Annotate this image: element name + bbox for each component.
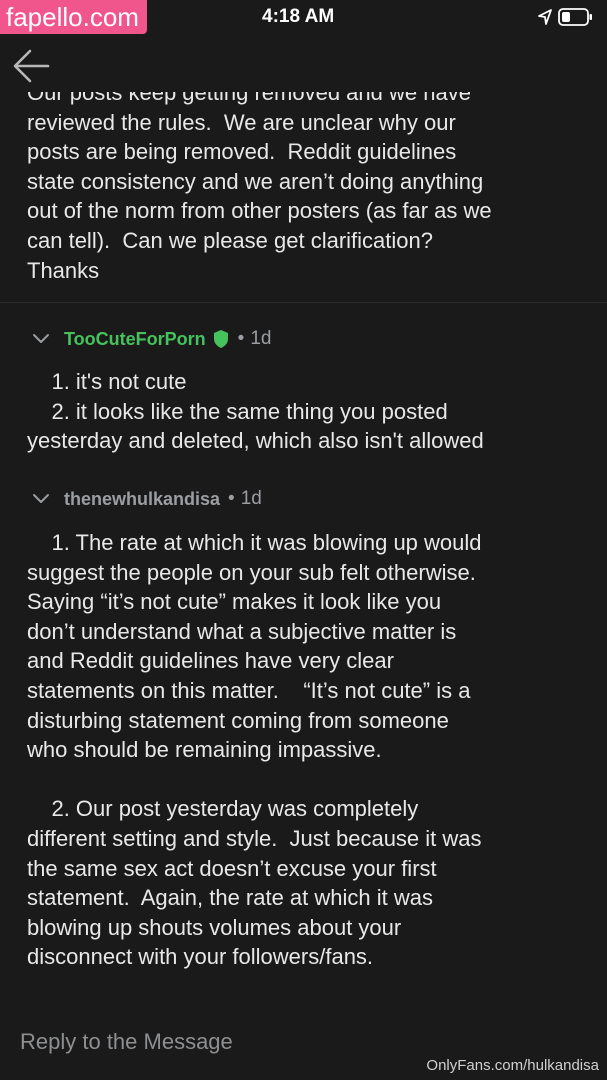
- comment-separator: •: [237, 328, 245, 349]
- watermark-bottom: OnlyFans.com/hulkandisa: [426, 1057, 599, 1074]
- comment-age: 1d: [240, 488, 262, 509]
- comment-author[interactable]: thenewhulkandisa: [64, 489, 220, 510]
- battery-icon: [558, 8, 592, 26]
- comment-header: TooCuteForPorn • 1d: [32, 325, 271, 353]
- comment-body: 1. it's not cute 2. it looks like the sa…: [27, 369, 484, 454]
- comment-body: 1. The rate at which it was blowing up w…: [27, 530, 482, 970]
- comment-header: thenewhulkandisa • 1d: [32, 485, 262, 513]
- divider: [0, 302, 607, 303]
- reply-input[interactable]: Reply to the Message: [20, 1024, 400, 1060]
- watermark-top: fapello.com: [0, 0, 147, 34]
- message-container: Our posts keep getting removed and we ha…: [0, 92, 607, 302]
- comment-separator: •: [228, 488, 235, 509]
- message-body: Our posts keep getting removed and we ha…: [27, 92, 492, 283]
- back-arrow-icon: [13, 49, 50, 83]
- status-time: 4:18 AM: [262, 6, 335, 27]
- chevron-down-icon[interactable]: [32, 493, 50, 505]
- chevron-down-icon[interactable]: [32, 333, 50, 345]
- comment-age: 1d: [250, 328, 272, 349]
- shield-icon: [213, 330, 228, 348]
- comment-author[interactable]: TooCuteForPorn: [64, 329, 206, 350]
- location-icon: [538, 9, 552, 25]
- back-button[interactable]: [8, 44, 56, 88]
